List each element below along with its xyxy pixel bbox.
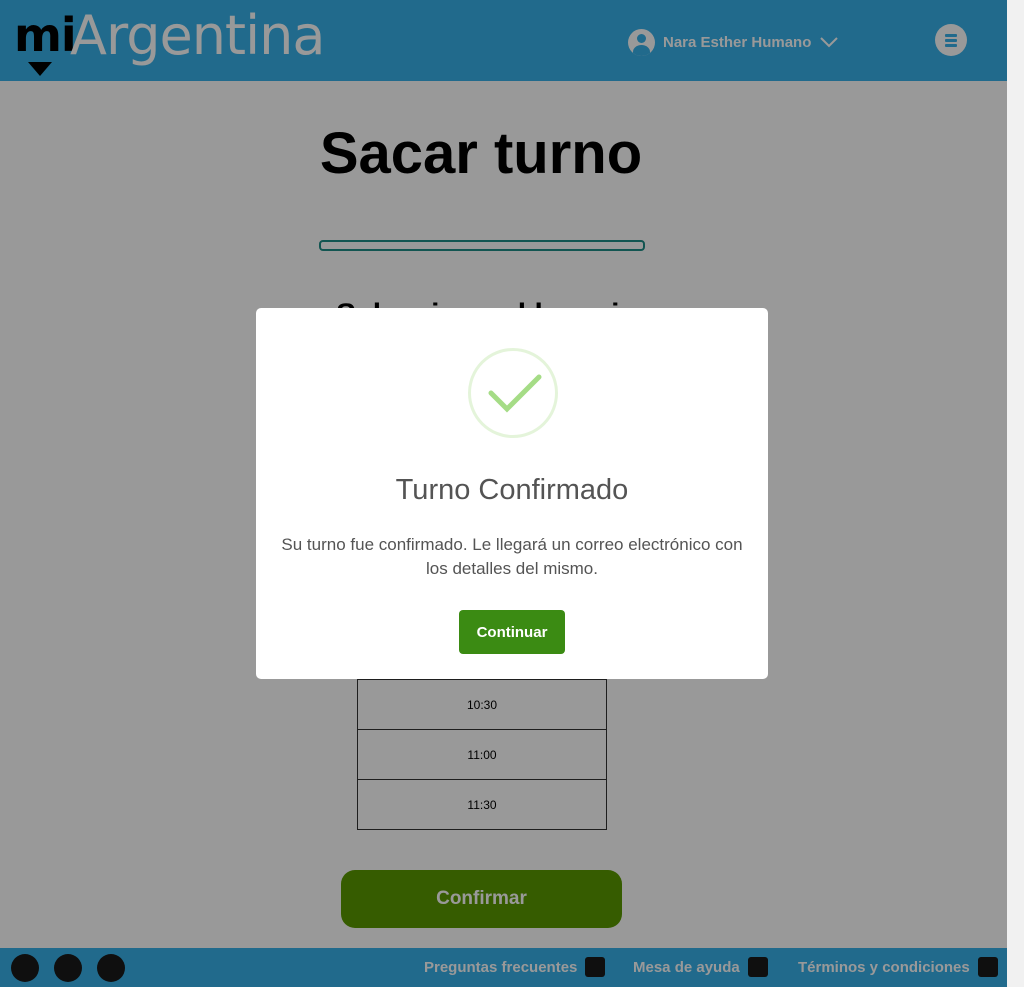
vertical-scrollbar[interactable]	[1007, 0, 1024, 987]
success-check-icon	[468, 348, 558, 438]
dialog-message: Su turno fue confirmado. Le llegará un c…	[281, 535, 743, 578]
confirmation-dialog: Turno Confirmado Su turno fue confirmado…	[256, 308, 768, 679]
checkmark-icon	[488, 374, 542, 413]
page: mi Argentina Nara Esther Humano Sacar tu…	[0, 0, 1007, 987]
dialog-title: Turno Confirmado	[395, 474, 629, 506]
continue-button[interactable]: Continuar	[459, 610, 565, 654]
